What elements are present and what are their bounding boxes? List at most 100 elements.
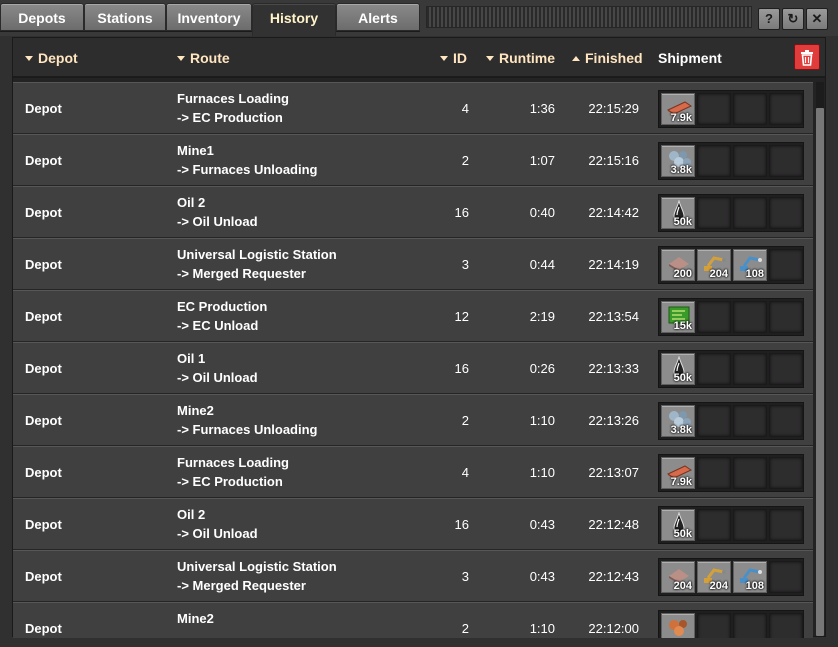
depot-name[interactable]: Depot [25, 621, 62, 636]
shipment-item[interactable]: 3.8k [661, 405, 695, 437]
train-id[interactable]: 4 [433, 465, 469, 480]
route-to[interactable]: -> EC Unload [177, 318, 258, 333]
column-id-label: ID [453, 50, 467, 66]
item-count: 50k [673, 216, 692, 228]
depot-name[interactable]: Depot [25, 517, 62, 532]
empty-slot [769, 249, 803, 281]
item-count: 3.8k [670, 424, 692, 436]
empty-slot [769, 353, 803, 385]
route-to[interactable]: -> Oil Unload [177, 526, 258, 541]
route-to[interactable]: -> Merged Requester [177, 266, 306, 281]
item-count: 200 [673, 268, 692, 280]
route-to[interactable]: -> Oil Unload [177, 214, 258, 229]
route-from[interactable]: Mine1 [177, 143, 214, 158]
column-route[interactable]: Route [177, 50, 230, 66]
table-row: Depot Mine1 -> Furnaces Unloading 2 1:07 22:1… [13, 134, 813, 186]
route-to[interactable]: -> EC Production [177, 474, 283, 489]
train-id[interactable]: 12 [433, 309, 469, 324]
refresh-button[interactable]: ↻ [782, 8, 804, 30]
column-depot[interactable]: Depot [25, 50, 78, 66]
column-route-label: Route [190, 50, 230, 66]
route-from[interactable]: Oil 2 [177, 195, 205, 210]
close-button[interactable]: ✕ [806, 8, 828, 30]
empty-slot [697, 145, 731, 177]
route-to[interactable]: -> Furnaces Unloading [177, 162, 318, 177]
shipment-item[interactable]: 7.9k [661, 457, 695, 489]
empty-slot [733, 197, 767, 229]
route-from[interactable]: EC Production [177, 299, 267, 314]
column-id[interactable]: ID [440, 50, 467, 66]
shipment-item[interactable]: 108 [733, 249, 767, 281]
clear-history-button[interactable] [794, 44, 820, 70]
train-id[interactable]: 2 [433, 153, 469, 168]
route-from[interactable]: Universal Logistic Station [177, 559, 337, 574]
help-button[interactable]: ? [758, 8, 780, 30]
shipment-item[interactable]: 204 [697, 561, 731, 593]
route-from[interactable]: Oil 1 [177, 351, 205, 366]
train-id[interactable]: 2 [433, 621, 469, 636]
train-id[interactable]: 3 [433, 569, 469, 584]
tab-history[interactable]: History [252, 3, 336, 36]
finished-time: 22:14:19 [588, 257, 639, 272]
tab-stations[interactable]: Stations [84, 3, 166, 31]
shipment-item[interactable]: 15k [661, 301, 695, 333]
drag-handle[interactable] [426, 6, 752, 28]
runtime-value: 0:44 [529, 257, 555, 272]
empty-slot [769, 561, 803, 593]
empty-slot [769, 613, 803, 638]
shipment-item[interactable]: 204 [697, 249, 731, 281]
runtime-value: 1:36 [529, 101, 555, 116]
tab-inventory[interactable]: Inventory [166, 3, 252, 31]
train-id[interactable]: 16 [433, 517, 469, 532]
train-id[interactable]: 2 [433, 413, 469, 428]
empty-slot [769, 457, 803, 489]
route-from[interactable]: Mine2 [177, 403, 214, 418]
depot-name[interactable]: Depot [25, 569, 62, 584]
shipment-item[interactable]: 50k [661, 353, 695, 385]
column-runtime[interactable]: Runtime [486, 50, 555, 66]
shipment-item[interactable]: 3.8k [661, 145, 695, 177]
train-id[interactable]: 3 [433, 257, 469, 272]
tab-depots[interactable]: Depots [0, 3, 84, 31]
train-id[interactable]: 16 [433, 361, 469, 376]
shipment-item[interactable]: 204 [661, 561, 695, 593]
empty-slot [733, 353, 767, 385]
train-id[interactable]: 4 [433, 101, 469, 116]
trash-icon [801, 50, 813, 66]
scrollbar-thumb[interactable] [816, 108, 824, 636]
depot-name[interactable]: Depot [25, 101, 62, 116]
depot-name[interactable]: Depot [25, 257, 62, 272]
empty-slot [697, 405, 731, 437]
route-to[interactable]: -> Merged Requester [177, 578, 306, 593]
depot-name[interactable]: Depot [25, 153, 62, 168]
shipment-item[interactable]: 50k [661, 509, 695, 541]
depot-name[interactable]: Depot [25, 309, 62, 324]
shipment-item[interactable]: 50k [661, 197, 695, 229]
depot-name[interactable]: Depot [25, 205, 62, 220]
route-to[interactable]: -> EC Production [177, 110, 283, 125]
train-id[interactable]: 16 [433, 205, 469, 220]
table-row: Depot EC Production -> EC Unload 12 2:19 22:1… [13, 290, 813, 342]
route-from[interactable]: Furnaces Loading [177, 91, 289, 106]
runtime-value: 0:26 [529, 361, 555, 376]
column-finished[interactable]: Finished [572, 50, 643, 66]
route-from[interactable]: Oil 2 [177, 507, 205, 522]
shipment-item[interactable]: 7.9k [661, 93, 695, 125]
shipment-item[interactable]: 108 [733, 561, 767, 593]
shipment-item[interactable] [661, 613, 695, 638]
depot-name[interactable]: Depot [25, 413, 62, 428]
route-from[interactable]: Mine2 [177, 611, 214, 626]
route-to[interactable]: -> Oil Unload [177, 370, 258, 385]
item-count: 204 [709, 268, 728, 280]
tab-alerts[interactable]: Alerts [336, 3, 420, 31]
route-from[interactable]: Universal Logistic Station [177, 247, 337, 262]
item-count: 7.9k [670, 112, 692, 124]
route-to[interactable]: -> Furnaces Unloading [177, 422, 318, 437]
shipment-item[interactable]: 200 [661, 249, 695, 281]
depot-name[interactable]: Depot [25, 465, 62, 480]
table-row: Depot Furnaces Loading -> EC Production 4 1:… [13, 446, 813, 498]
empty-slot [769, 301, 803, 333]
runtime-value: 0:43 [529, 517, 555, 532]
depot-name[interactable]: Depot [25, 361, 62, 376]
route-from[interactable]: Furnaces Loading [177, 455, 289, 470]
